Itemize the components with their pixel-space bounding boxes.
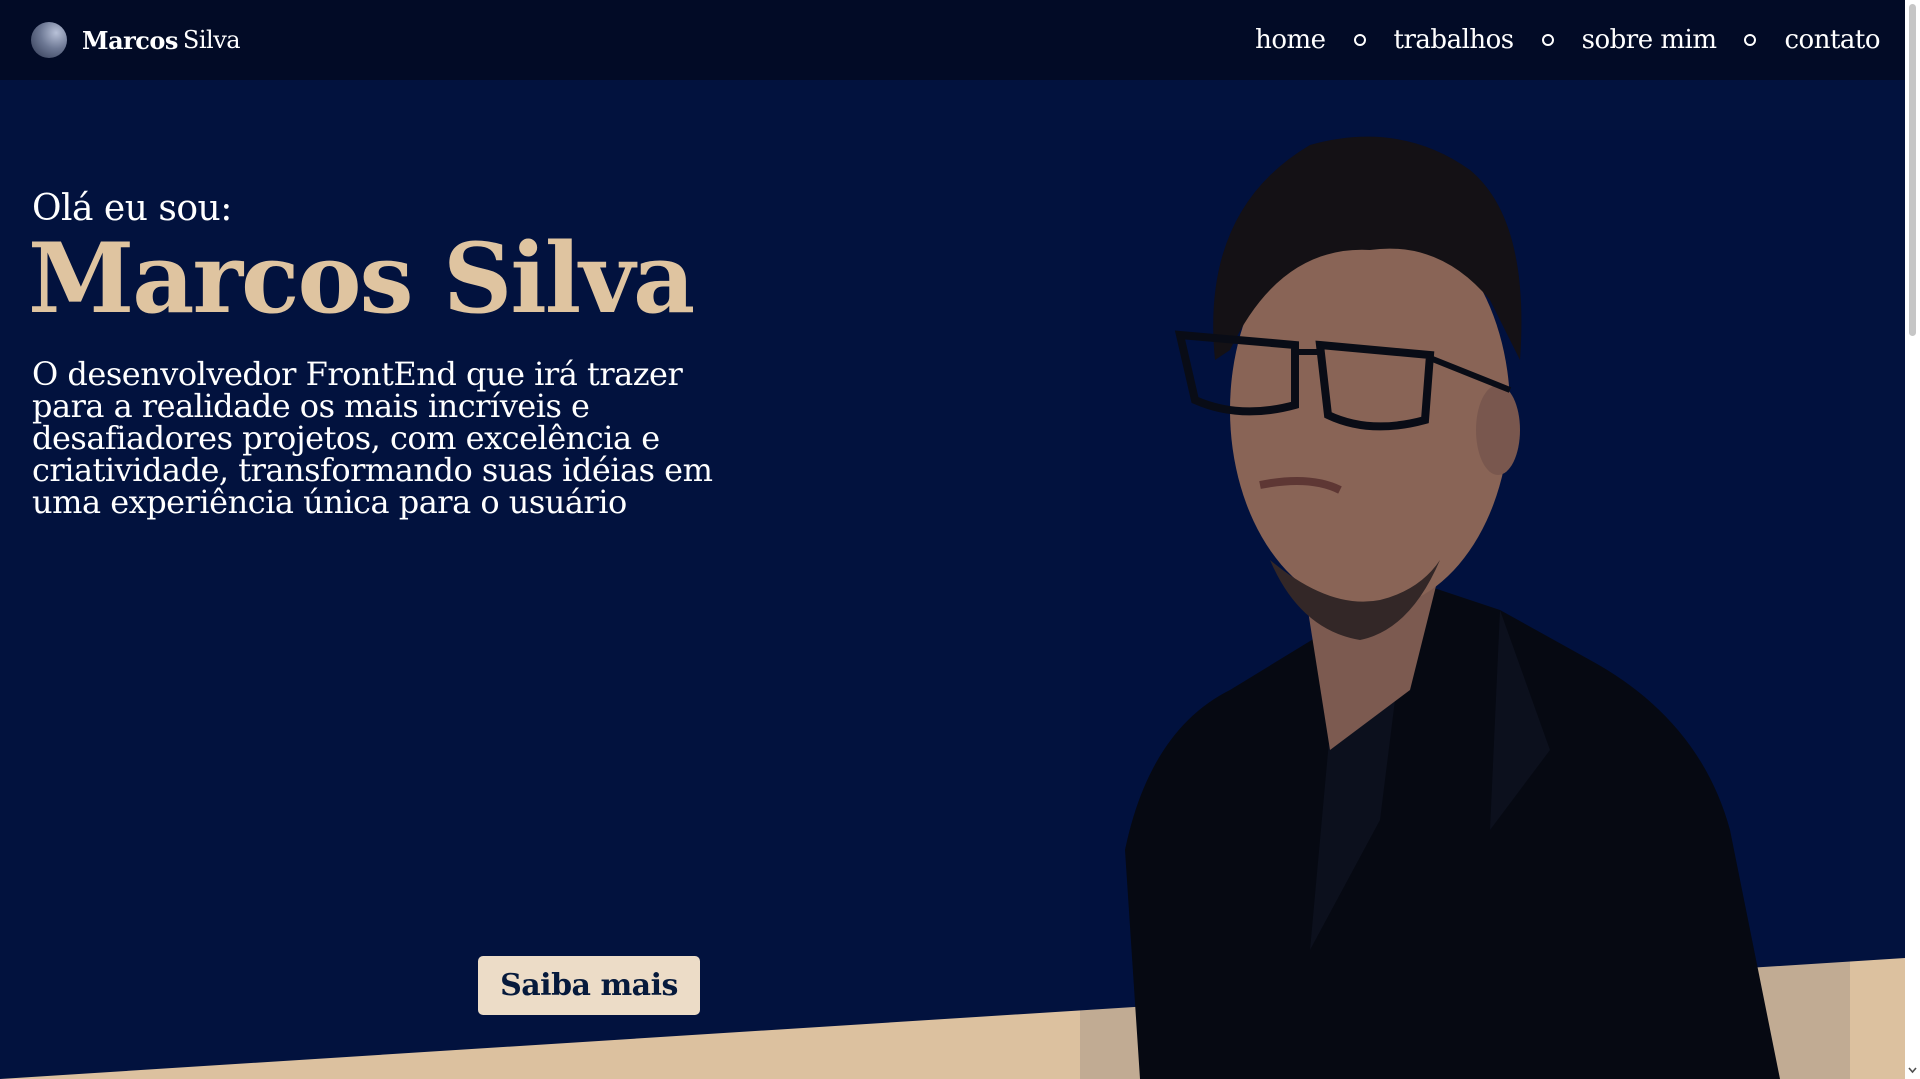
circle-dot-icon bbox=[1744, 34, 1757, 46]
brand-logo-link[interactable]: Marcos Silva bbox=[31, 20, 241, 60]
nav-link-sobre-mim[interactable]: sobre mim bbox=[1582, 25, 1717, 55]
nav-link-home[interactable]: home bbox=[1255, 25, 1326, 55]
page: Marcos Silva home trabalhos sobre mim co… bbox=[0, 0, 1905, 1079]
scrollbar-thumb[interactable] bbox=[1909, 4, 1916, 336]
sphere-logo-icon bbox=[31, 22, 67, 58]
portrait-image bbox=[1080, 130, 1850, 1079]
top-navbar: Marcos Silva home trabalhos sobre mim co… bbox=[0, 0, 1905, 80]
circle-dot-icon bbox=[1353, 34, 1366, 46]
saiba-mais-button[interactable]: Saiba mais bbox=[478, 956, 700, 1015]
nav-link-contato[interactable]: contato bbox=[1784, 25, 1880, 55]
nav-link-trabalhos[interactable]: trabalhos bbox=[1394, 25, 1515, 55]
brand-last-name: Silva bbox=[182, 26, 241, 54]
hero-description: O desenvolvedor FrontEnd que irá trazer … bbox=[32, 355, 713, 521]
main-nav: home trabalhos sobre mim contato bbox=[1255, 20, 1880, 60]
hero-name: Marcos Silva bbox=[28, 222, 695, 335]
chevron-down-icon[interactable] bbox=[1907, 1064, 1918, 1076]
brand-first-name: Marcos bbox=[82, 25, 178, 55]
circle-dot-icon bbox=[1541, 34, 1554, 46]
vertical-scrollbar[interactable] bbox=[1905, 0, 1920, 1079]
